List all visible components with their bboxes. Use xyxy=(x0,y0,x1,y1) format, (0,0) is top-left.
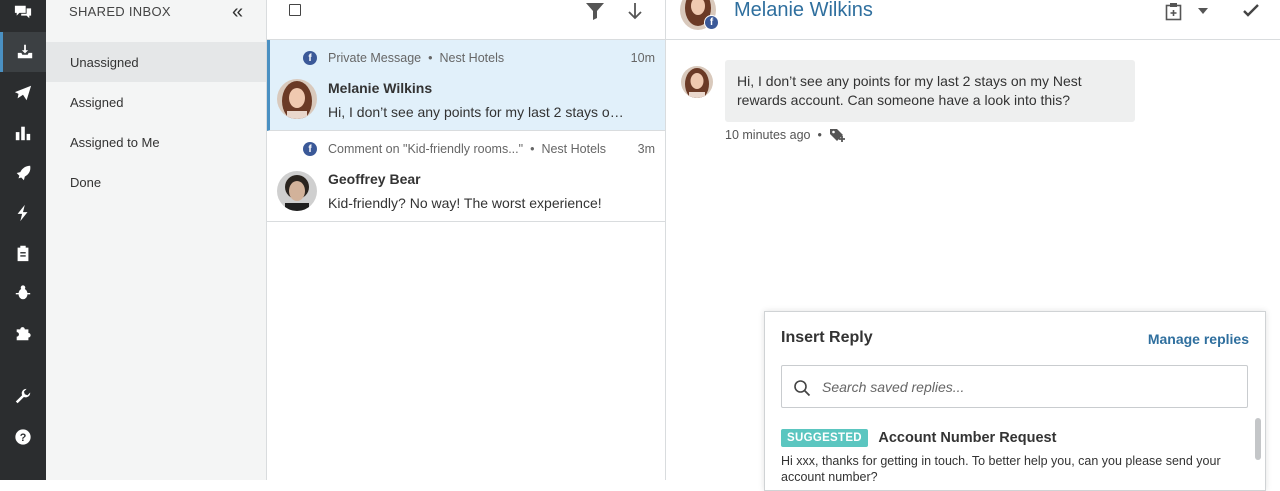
search-replies-field xyxy=(781,365,1248,408)
folder-panel-title: SHARED INBOX xyxy=(69,4,171,19)
conversation-item[interactable]: f Comment on "Kid-friendly rooms..." • N… xyxy=(267,131,665,222)
folder-item-label: Done xyxy=(70,174,102,190)
icon-rail: ? xyxy=(0,0,46,480)
message-preview: Kid-friendly? No way! The worst experien… xyxy=(328,195,602,211)
insert-reply-popover: Insert Reply Manage replies SUGGESTED Ac… xyxy=(764,311,1266,491)
facebook-icon: f xyxy=(704,15,719,30)
conversation-source: Nest Hotels xyxy=(541,142,607,156)
scrollbar-thumb[interactable] xyxy=(1255,418,1261,460)
list-toolbar xyxy=(267,0,665,40)
avatar xyxy=(277,171,317,211)
conversation-item[interactable]: f Private Message • Nest Hotels 10m Mela… xyxy=(267,40,665,131)
facebook-icon: f xyxy=(303,142,317,156)
folder-item-unassigned[interactable]: Unassigned xyxy=(46,42,266,82)
folder-panel: SHARED INBOX « Unassigned Assigned Assig… xyxy=(46,0,267,480)
message-bubble: Hi, I don’t see any points for my last 2… xyxy=(725,60,1135,122)
rocket-icon[interactable] xyxy=(0,153,46,193)
message-preview: Hi, I don’t see any points for my last 2… xyxy=(328,104,628,120)
reports-icon[interactable] xyxy=(0,113,46,153)
lightning-icon[interactable] xyxy=(0,193,46,233)
separator-dot: • xyxy=(530,142,535,156)
puzzle-icon[interactable] xyxy=(0,313,46,353)
conversation-type: Private Message xyxy=(328,51,422,65)
saved-reply-body: Hi xxx, thanks for getting in touch. To … xyxy=(781,454,1221,485)
saved-reply-title: Account Number Request xyxy=(878,430,1057,446)
folder-item-label: Assigned to Me xyxy=(70,134,160,150)
manage-replies-link[interactable]: Manage replies xyxy=(1148,331,1249,347)
folder-item-label: Assigned xyxy=(70,94,124,110)
conversation-type: Comment on "Kid-friendly rooms..." xyxy=(328,142,524,156)
popover-title: Insert Reply xyxy=(781,329,873,346)
folder-item-assigned-to-me[interactable]: Assigned to Me xyxy=(46,122,266,162)
conversation-list: f Private Message • Nest Hotels 10m Mela… xyxy=(267,0,666,480)
filter-icon[interactable] xyxy=(585,2,605,25)
sort-arrow-down-icon[interactable] xyxy=(627,2,643,25)
folder-item-assigned[interactable]: Assigned xyxy=(46,82,266,122)
inbox-icon[interactable] xyxy=(0,32,46,72)
conversation-time: 10m xyxy=(630,51,655,65)
conversation-source: Nest Hotels xyxy=(439,51,505,65)
conversations-icon[interactable] xyxy=(0,0,46,32)
saved-reply-item[interactable]: SUGGESTED Account Number Request Hi xxx,… xyxy=(781,429,1246,485)
message-time: 10 minutes ago xyxy=(725,128,811,142)
message-meta: 10 minutes ago • xyxy=(725,127,847,143)
wrench-icon[interactable] xyxy=(0,377,46,417)
search-input[interactable] xyxy=(822,376,1232,398)
add-tag-icon[interactable] xyxy=(829,127,847,143)
send-icon[interactable] xyxy=(0,73,46,113)
conversation-meta: f Private Message • Nest Hotels xyxy=(303,51,504,65)
clipboard-icon[interactable] xyxy=(0,233,46,273)
chevron-down-icon[interactable] xyxy=(1196,2,1210,25)
folder-item-label: Unassigned xyxy=(70,54,139,70)
help-icon[interactable]: ? xyxy=(0,417,46,457)
select-all-checkbox[interactable] xyxy=(289,4,301,16)
separator-dot: • xyxy=(817,128,822,142)
contact-name: Melanie Wilkins xyxy=(734,0,873,21)
svg-text:?: ? xyxy=(20,432,27,444)
assign-icon[interactable] xyxy=(1164,2,1184,27)
separator-dot: • xyxy=(428,51,433,65)
avatar xyxy=(681,66,713,98)
suggested-badge: SUGGESTED xyxy=(781,429,868,447)
contact-name: Melanie Wilkins xyxy=(328,80,433,96)
detail-header: f Melanie Wilkins xyxy=(666,0,1280,40)
checkmark-icon[interactable] xyxy=(1242,2,1260,25)
facebook-icon: f xyxy=(303,51,317,65)
avatar xyxy=(277,79,317,119)
conversation-time: 3m xyxy=(637,142,655,156)
search-icon xyxy=(793,379,811,402)
conversation-meta: f Comment on "Kid-friendly rooms..." • N… xyxy=(303,142,606,156)
bug-icon[interactable] xyxy=(0,273,46,313)
collapse-panel-icon[interactable]: « xyxy=(232,2,243,22)
contact-name: Geoffrey Bear xyxy=(328,171,421,187)
folder-item-done[interactable]: Done xyxy=(46,162,266,202)
